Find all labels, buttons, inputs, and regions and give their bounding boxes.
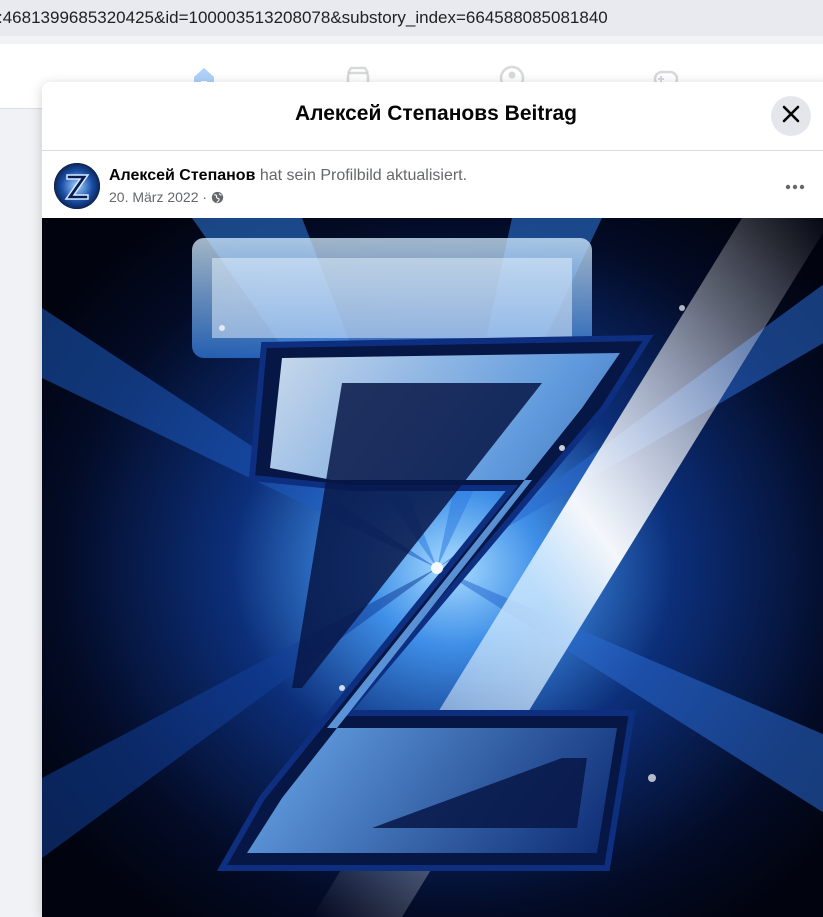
- dialog-header: Алексей Степановs Beitrag: [42, 82, 823, 151]
- more-options-button[interactable]: [778, 171, 812, 201]
- page-background: [0, 109, 42, 917]
- z-artwork: [42, 218, 823, 917]
- post-photo[interactable]: [42, 218, 823, 917]
- post-date[interactable]: 20. März 2022: [109, 189, 199, 205]
- close-button[interactable]: [771, 96, 811, 136]
- post-action-text: hat sein Profilbild aktualisiert.: [255, 167, 468, 184]
- meta-separator: ·: [198, 189, 211, 205]
- browser-divider: [0, 36, 823, 44]
- post-header: Алексей Степанов hat sein Profilbild akt…: [42, 151, 823, 217]
- post-meta: 20. März 2022 ·: [109, 189, 224, 207]
- url-text: :4681399685320425&id=100003513208078&sub…: [0, 8, 608, 27]
- close-icon: [781, 104, 801, 129]
- more-options-icon: [785, 177, 805, 195]
- address-bar[interactable]: :4681399685320425&id=100003513208078&sub…: [0, 0, 823, 36]
- globe-icon: [211, 191, 224, 207]
- dialog-title: Алексей Степановs Beitrag: [294, 102, 578, 125]
- author-name[interactable]: Алексей Степанов: [109, 167, 255, 184]
- post-dialog: Алексей Степановs Beitrag Алексей Степан…: [42, 82, 823, 917]
- post-author-line: Алексей Степанов hat sein Profilbild akt…: [109, 167, 467, 185]
- avatar[interactable]: [54, 163, 100, 209]
